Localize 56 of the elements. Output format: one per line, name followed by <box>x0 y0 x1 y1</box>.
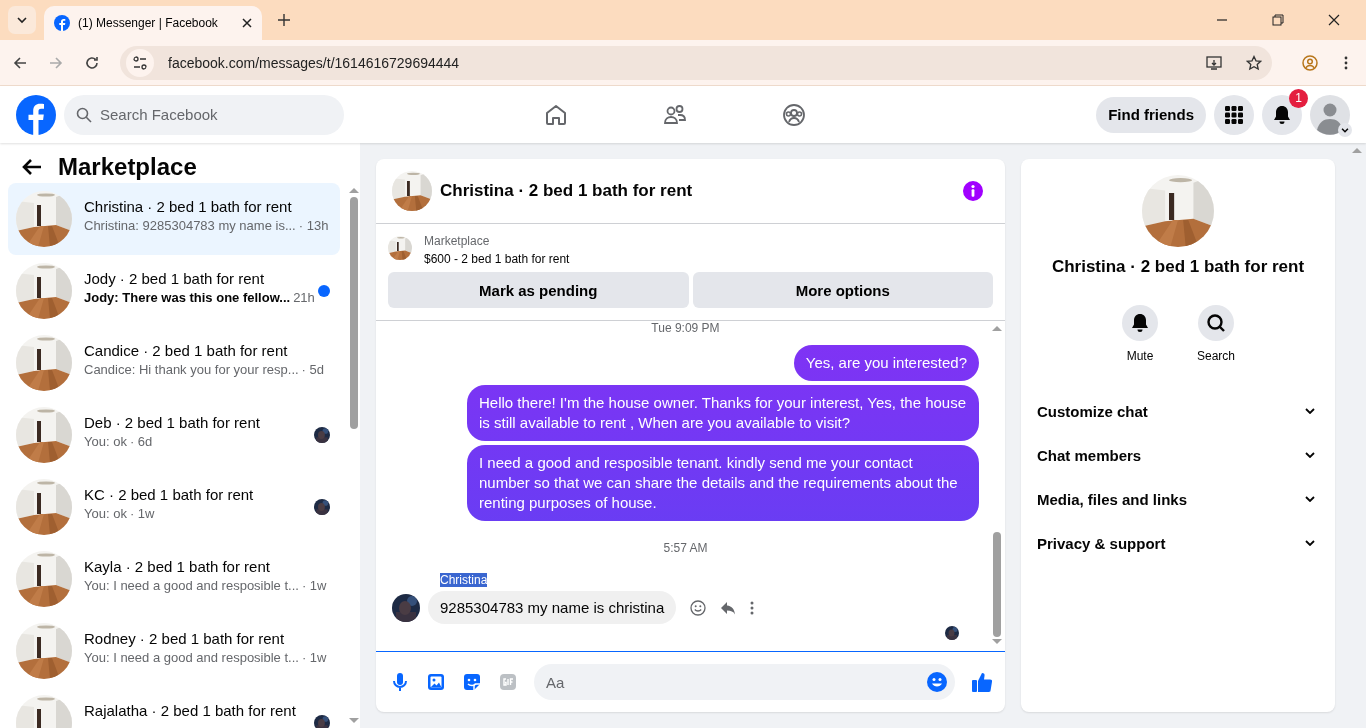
section-header[interactable]: Privacy & support <box>1037 521 1319 565</box>
message-preview: You: ok <box>84 506 127 521</box>
conversation-item[interactable]: Rodney · 2 bed 1 bath for rent You: I need a good and resposible t... · 1w <box>8 615 340 687</box>
address-bar[interactable]: facebook.com/messages/t/1614616729694444 <box>120 45 1272 80</box>
message-time: · 13h <box>298 218 329 233</box>
conversation-title: Christina · 2 bed 1 bath for rent <box>1051 257 1305 277</box>
conversation-item[interactable]: KC · 2 bed 1 bath for rent You: ok · 1w <box>8 471 340 543</box>
listing-title: $600 - 2 bed 1 bath for rent <box>424 252 570 266</box>
message-preview: You: I need a good and resposible t... <box>84 578 299 593</box>
browser-tab[interactable]: (1) Messenger | Facebook <box>44 6 262 40</box>
section-header[interactable]: Customize chat <box>1037 389 1319 433</box>
message-preview: Jody: There was this one fellow... <box>84 290 291 305</box>
conversation-item[interactable]: Candice · 2 bed 1 bath for rent Candice: Hi thank you for your resp... · 5d <box>8 327 340 399</box>
message-field[interactable]: Aa <box>534 664 955 700</box>
chat-title: Christina · 2 bed 1 bath for rent <box>440 181 693 201</box>
conversation-title: Deb · 2 bed 1 bath for rent <box>84 414 261 431</box>
sent-message: Yes, are you interested? <box>793 345 979 381</box>
conversation-item[interactable]: Jody · 2 bed 1 bath for rent Jody: There was this one fellow... 21h <box>8 255 340 327</box>
listing-action-button[interactable]: Mark as pending <box>388 272 689 308</box>
timestamp: 5:57 AM <box>663 541 708 555</box>
message-preview: Candice: Hi thank you for your resp... <box>84 362 299 377</box>
message-time: · 1w <box>301 578 327 593</box>
conversation-item[interactable]: Rajalatha · 2 bed 1 bath for rent <box>8 687 340 728</box>
message-time: · 5d <box>301 362 324 377</box>
message-time: · 1w <box>129 506 155 521</box>
conversation-title: Kayla · 2 bed 1 bath for rent <box>84 558 271 575</box>
sidebar-title: Marketplace <box>58 153 197 181</box>
sent-message: I need a good and resposible tenant. kindly send me your contact number so that we can share the details and the requirements about the renting purposes of house. <box>467 445 979 521</box>
message-preview: You: I need a good and resposible t... <box>84 650 299 665</box>
message-preview: You: ok <box>84 434 127 449</box>
notification-badge: 1 <box>1289 88 1308 108</box>
section-header[interactable]: Media, files and links <box>1037 477 1319 521</box>
sent-message: Hello there! I'm the house owner. Thanks for your interest, Yes, the house is still available to rent , When are you available to visit? <box>467 385 979 441</box>
conversation-title: Candice · 2 bed 1 bath for rent <box>84 342 289 359</box>
conversation-item[interactable]: Kayla · 2 bed 1 bath for rent You: I need a good and resposible t... · 1w <box>8 543 340 615</box>
action-label: Mute <box>1126 349 1154 363</box>
find-friends-button[interactable]: Find friends <box>1096 96 1206 133</box>
section-header[interactable]: Chat members <box>1037 433 1319 477</box>
message-time: 21h <box>293 290 315 305</box>
sender-name: Christina <box>440 573 488 587</box>
conversation-title: Jody · 2 bed 1 bath for rent <box>84 270 266 287</box>
conversation-title: KC · 2 bed 1 bath for rent <box>84 486 255 503</box>
conversation-title: Rajalatha · 2 bed 1 bath for rent <box>84 702 297 719</box>
timestamp: Tue 9:09 PM <box>651 321 720 335</box>
received-message: 9285304783 my name is christina <box>428 591 677 624</box>
message-preview: Christina: 9285304783 my name is... <box>84 218 296 233</box>
action-label: Search <box>1197 349 1235 363</box>
conversation-item[interactable]: Deb · 2 bed 1 bath for rent You: ok · 6d <box>8 399 340 471</box>
conversation-item[interactable]: Christina · 2 bed 1 bath for rent Christina: 9285304783 my name is... · 13h <box>8 183 340 255</box>
message-time: · 1w <box>301 650 327 665</box>
message-time: · 6d <box>129 434 153 449</box>
listing-label: Marketplace <box>424 234 491 248</box>
conversation-title: Christina · 2 bed 1 bath for rent <box>84 198 293 215</box>
listing-action-button[interactable]: More options <box>692 272 993 308</box>
conversation-title: Rodney · 2 bed 1 bath for rent <box>84 630 286 647</box>
search-field[interactable]: Search Facebook <box>64 94 344 135</box>
